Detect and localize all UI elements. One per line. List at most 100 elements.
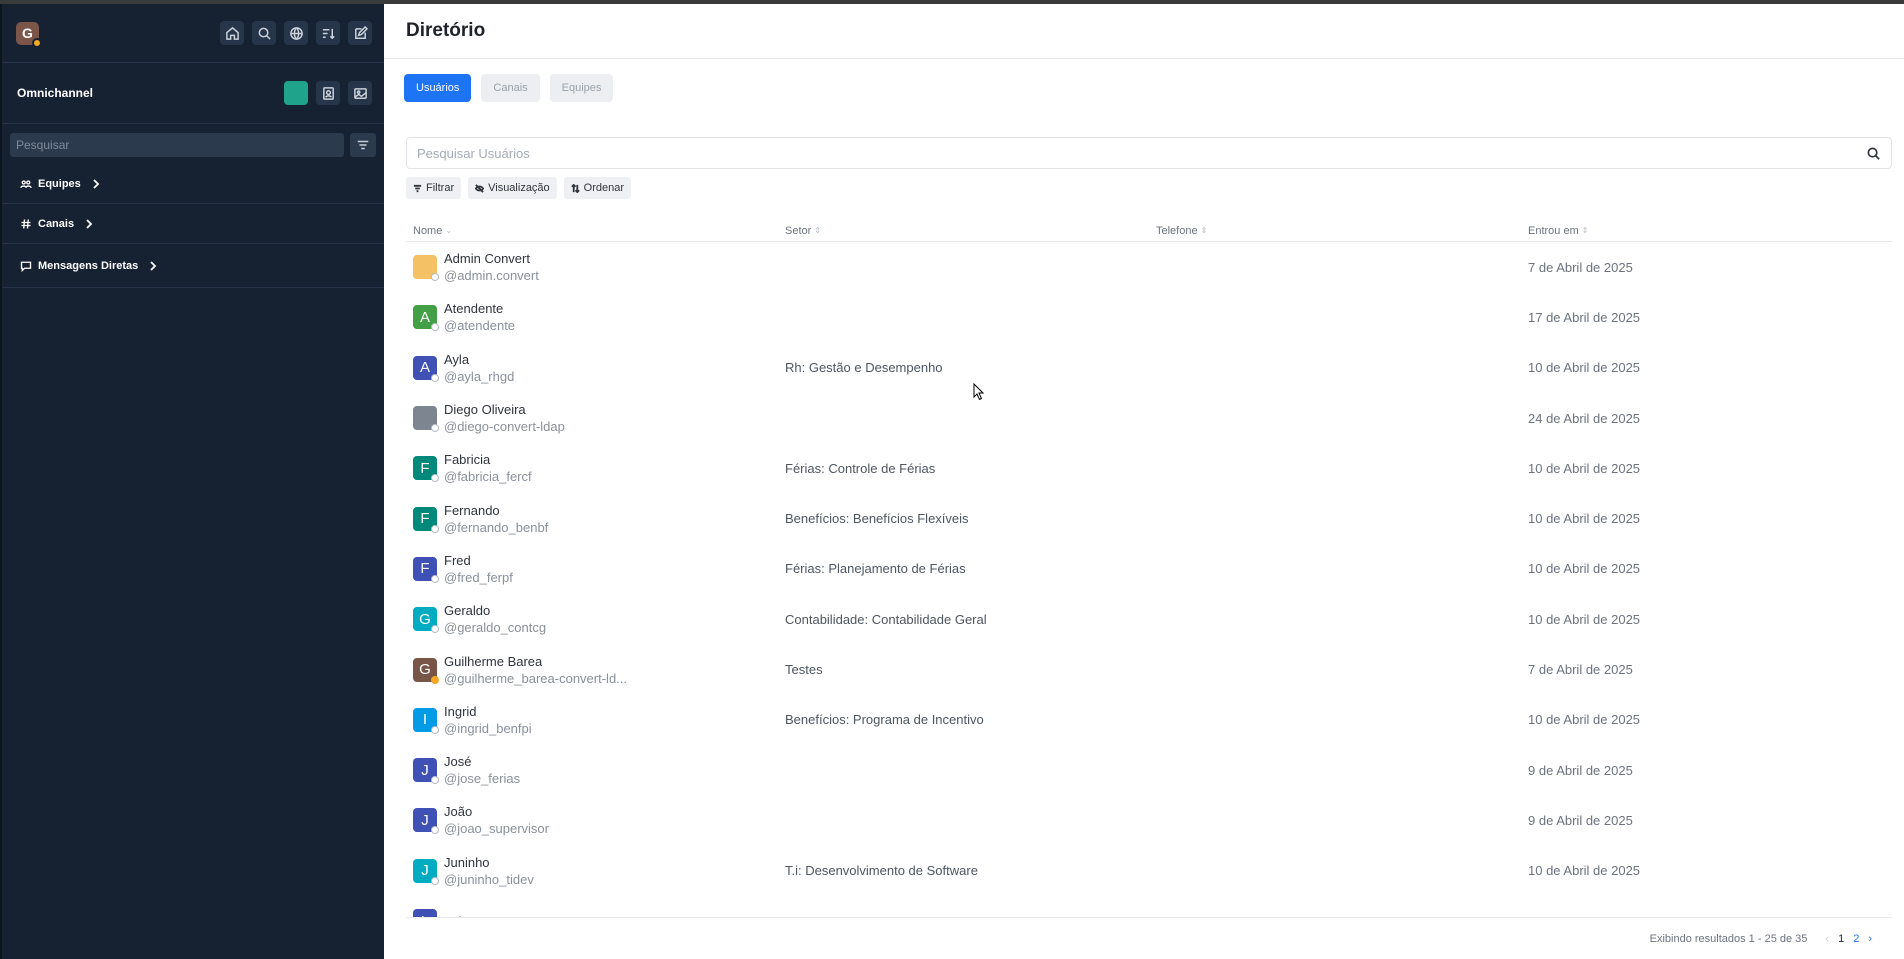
column-header-telefone[interactable]: Telefone ⇕ (1149, 220, 1521, 241)
users-search-input[interactable]: Pesquisar Usuários (406, 137, 1892, 169)
contact-center-icon[interactable] (316, 81, 340, 105)
cell-name: G Geraldo @geraldo_contcg (406, 602, 778, 636)
cell-joined: 10 de Abril de 2025 (1528, 460, 1641, 476)
cell-sector: Testes (785, 662, 823, 678)
image-icon[interactable] (348, 81, 372, 105)
sidebar-group-label: Equipes (38, 177, 81, 190)
cell-joined: 10 de Abril de 2025 (1528, 611, 1641, 627)
sidebar-search-row: Pesquisar (2, 126, 384, 164)
user-name: Fernando (444, 502, 500, 518)
user-handle: @joao_supervisor (444, 821, 549, 837)
omnichannel-status-icon[interactable] (284, 81, 308, 105)
user-handle: @diego-convert-ldap (444, 419, 565, 435)
avatar-initial: J (421, 811, 429, 829)
column-label: Nome (413, 224, 443, 237)
cell-sector: T.i: Desenvolvimento de Software (785, 863, 978, 879)
user-name: João (444, 804, 473, 820)
table-row[interactable]: A Atendente @atendente 17 de Abril de 20… (406, 292, 1892, 342)
user-info: Geraldo @geraldo_contcg (444, 602, 546, 636)
column-header-nome[interactable]: Nome ⌄ (406, 220, 778, 241)
table-row[interactable]: J João @joao_supervisor 9 de Abril de 20… (406, 795, 1892, 845)
hash-icon (21, 218, 31, 229)
table-row[interactable]: G Guilherme Barea @guilherme_barea-conve… (406, 644, 1892, 694)
cell-joined: 10 de Abril de 2025 (1528, 863, 1641, 879)
column-header-setor[interactable]: Setor ⇕ (778, 220, 1149, 241)
table-row[interactable]: F Fred @fred_ferpf Férias: Planejamento … (406, 544, 1892, 594)
page-2-button[interactable]: 2 (1853, 933, 1859, 945)
user-info: Atendente @atendente (444, 300, 515, 334)
cell-name: J José @jose_ferias (406, 753, 778, 787)
user-info: Juninho @juninho_tidev (444, 854, 534, 888)
edit-icon[interactable] (348, 21, 372, 45)
cell-name: A Atendente @atendente (406, 300, 778, 334)
view-button[interactable]: Visualização (468, 177, 557, 199)
globe-icon[interactable] (284, 21, 308, 45)
user-name: Geraldo (444, 603, 491, 619)
tab-equipes[interactable]: Equipes (549, 74, 614, 102)
cell-joined: 7 de Abril de 2025 (1528, 259, 1633, 275)
cell-name: J João @joao_supervisor (406, 803, 778, 837)
sort-button[interactable]: Ordenar (563, 177, 632, 199)
user-name: Admin Convert (444, 251, 530, 267)
cell-name: I Ingrid @ingrid_benfpi (406, 703, 778, 737)
user-handle: @ayla_rhgd (444, 368, 515, 384)
page-header: Diretório (384, 4, 1904, 59)
user-avatar: F (413, 456, 439, 483)
cell-joined: 7 de Abril de 2025 (1528, 662, 1633, 678)
app-window: G Omnichannel Pesquisar Equipes Canais M… (0, 0, 1904, 959)
sort-icon (570, 183, 580, 193)
table-row[interactable]: J Juninho @juninho_tidev T.i: Desenvolvi… (406, 846, 1892, 896)
cell-name: Diego Oliveira @diego-convert-ldap (406, 401, 778, 435)
sidebar-header: G (2, 4, 384, 63)
sidebar-group-canais[interactable]: Canais (2, 204, 384, 244)
user-avatar: F (413, 556, 439, 583)
next-page-icon[interactable]: › (1868, 933, 1872, 945)
tab-usuarios[interactable]: Usuários (404, 74, 472, 102)
filter-button[interactable]: Filtrar (406, 177, 462, 199)
tab-canais[interactable]: Canais (481, 74, 540, 102)
table-row[interactable]: Admin Convert @admin.convert 7 de Abril … (406, 242, 1892, 292)
sidebar-search-input[interactable]: Pesquisar (10, 133, 344, 157)
user-handle: @guilherme_barea-convert-ld... (444, 670, 628, 686)
table-row[interactable]: F Fernando @fernando_benbf Benefícios: B… (406, 493, 1892, 543)
table-row[interactable]: Diego Oliveira @diego-convert-ldap 24 de… (406, 393, 1892, 443)
avatar-initial: F (420, 510, 430, 528)
pagination: ‹ 1 2 › (1825, 933, 1872, 945)
users-search-placeholder: Pesquisar Usuários (417, 145, 530, 161)
sidebar-group-equipes[interactable]: Equipes (2, 164, 384, 204)
status-indicator (431, 373, 439, 382)
user-avatar[interactable]: G (16, 21, 42, 48)
filter-icon[interactable] (350, 133, 376, 157)
omnichannel-actions (284, 81, 372, 105)
chip-label: Filtrar (426, 182, 455, 194)
avatar-initial: I (422, 711, 428, 729)
user-name: Fabricia (444, 452, 491, 468)
user-info: Fred @fred_ferpf (444, 552, 513, 586)
cell-joined: 24 de Abril de 2025 (1528, 410, 1641, 426)
column-header-entrou-em[interactable]: Entrou em ⇕ (1521, 220, 1892, 241)
sort-icon[interactable] (316, 21, 340, 45)
table-row[interactable]: F Fabricia @fabricia_fercf Férias: Contr… (406, 443, 1892, 493)
table-row[interactable]: I Ingrid @ingrid_benfpi Benefícios: Prog… (406, 695, 1892, 745)
page-1-button[interactable]: 1 (1838, 933, 1844, 945)
user-handle: @juninho_tidev (444, 871, 534, 887)
user-info: João @joao_supervisor (444, 803, 549, 837)
user-handle: @fabricia_fercf (444, 469, 532, 485)
table-row[interactable]: G Geraldo @geraldo_contcg Contabilidade:… (406, 594, 1892, 644)
home-icon[interactable] (220, 21, 244, 45)
table-row[interactable]: A Ayla @ayla_rhgd Rh: Gestão e Desempenh… (406, 343, 1892, 393)
prev-page-icon[interactable]: ‹ (1825, 933, 1829, 945)
avatar-initial: F (420, 459, 430, 477)
sidebar-group-mensagens-diretas[interactable]: Mensagens Diretas (2, 244, 384, 288)
user-name: Ayla (444, 351, 470, 367)
user-handle: @atendente (444, 318, 516, 334)
status-indicator (431, 323, 439, 332)
search-icon[interactable] (252, 21, 276, 45)
user-info: Admin Convert @admin.convert (444, 250, 539, 284)
main-content: Diretório Usuários Canais Equipes Pesqui… (384, 4, 1904, 959)
table-row[interactable]: J José @jose_ferias 9 de Abril de 2025 (406, 745, 1892, 795)
message-icon (20, 261, 32, 272)
table-row[interactable]: L Lola (406, 896, 1892, 917)
status-indicator (431, 876, 439, 885)
table-header: Nome ⌄ Setor ⇕ Telefone ⇕ Entrou em ⇕ (406, 220, 1892, 242)
